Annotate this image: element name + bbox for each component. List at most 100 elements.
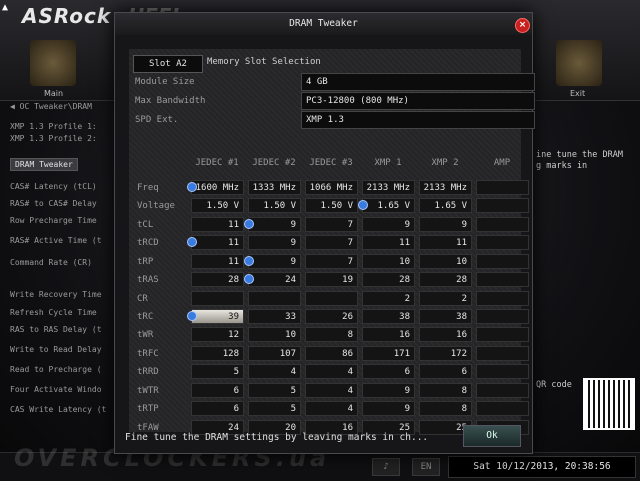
side-item[interactable]: RAS# Active Time (t bbox=[10, 236, 102, 245]
timing-cell[interactable] bbox=[476, 180, 529, 195]
side-item[interactable]: CAS# Latency (tCL) bbox=[10, 182, 97, 191]
timing-cell[interactable] bbox=[476, 235, 529, 250]
timing-cell[interactable]: 1.50 V bbox=[305, 198, 358, 213]
timing-cell[interactable]: 2133 MHz bbox=[362, 180, 415, 195]
timing-cell[interactable]: 1333 MHz bbox=[248, 180, 301, 195]
timing-cell[interactable]: 5 bbox=[248, 383, 301, 398]
timing-cell[interactable]: 9 bbox=[248, 217, 301, 232]
side-item[interactable]: Refresh Cycle Time bbox=[10, 308, 97, 317]
timing-cell[interactable]: 2133 MHz bbox=[419, 180, 472, 195]
timing-cell[interactable]: 1.50 V bbox=[248, 198, 301, 213]
timing-cell[interactable]: 24 bbox=[248, 272, 301, 287]
side-item[interactable]: XMP 1.3 Profile 2: bbox=[10, 134, 97, 143]
timing-cell[interactable]: 26 bbox=[305, 309, 358, 324]
side-item[interactable]: Write to Read Delay bbox=[10, 345, 102, 354]
timing-cell[interactable] bbox=[476, 217, 529, 232]
timing-cell[interactable]: 16 bbox=[362, 327, 415, 342]
timing-cell[interactable]: 10 bbox=[419, 254, 472, 269]
timing-cell[interactable]: 2 bbox=[362, 291, 415, 306]
selection-mark-icon[interactable] bbox=[244, 219, 254, 229]
selection-mark-icon[interactable] bbox=[244, 274, 254, 284]
timing-cell[interactable] bbox=[476, 327, 529, 342]
side-item[interactable]: RAS# to CAS# Delay bbox=[10, 199, 97, 208]
timing-cell[interactable] bbox=[476, 291, 529, 306]
timing-cell[interactable]: 4 bbox=[305, 401, 358, 416]
side-item[interactable]: CAS Write Latency (t bbox=[10, 405, 106, 414]
timing-cell[interactable] bbox=[248, 291, 301, 306]
timing-cell[interactable]: 1600 MHz bbox=[191, 180, 244, 195]
timing-cell[interactable]: 28 bbox=[362, 272, 415, 287]
exit-tile-icon[interactable] bbox=[556, 40, 602, 86]
timing-cell[interactable]: 11 bbox=[191, 235, 244, 250]
timing-cell[interactable] bbox=[476, 272, 529, 287]
timing-cell[interactable]: 9 bbox=[248, 235, 301, 250]
selection-mark-icon[interactable] bbox=[187, 182, 197, 192]
timing-cell[interactable] bbox=[191, 291, 244, 306]
timing-cell[interactable]: 171 bbox=[362, 346, 415, 361]
side-item[interactable]: RAS to RAS Delay (t bbox=[10, 325, 102, 334]
timing-cell[interactable] bbox=[476, 254, 529, 269]
side-item[interactable]: Four Activate Windo bbox=[10, 385, 102, 394]
side-item[interactable]: Write Recovery Time bbox=[10, 290, 102, 299]
side-item[interactable]: Row Precharge Time bbox=[10, 216, 97, 225]
timing-cell[interactable] bbox=[305, 291, 358, 306]
timing-cell[interactable]: 8 bbox=[419, 383, 472, 398]
ok-button[interactable]: Ok bbox=[463, 425, 521, 447]
timing-cell[interactable]: 4 bbox=[305, 383, 358, 398]
selection-mark-icon[interactable] bbox=[187, 311, 197, 321]
timing-cell[interactable]: 9 bbox=[419, 217, 472, 232]
timing-cell[interactable]: 33 bbox=[248, 309, 301, 324]
timing-cell[interactable]: 9 bbox=[248, 254, 301, 269]
timing-cell[interactable]: 6 bbox=[362, 364, 415, 379]
timing-cell[interactable]: 4 bbox=[248, 364, 301, 379]
timing-cell[interactable]: 28 bbox=[419, 272, 472, 287]
timing-cell[interactable]: 7 bbox=[305, 235, 358, 250]
timing-cell[interactable] bbox=[476, 383, 529, 398]
selection-mark-icon[interactable] bbox=[244, 256, 254, 266]
side-item[interactable]: Read to Precharge ( bbox=[10, 365, 102, 374]
timing-cell[interactable]: 7 bbox=[305, 254, 358, 269]
timing-cell[interactable] bbox=[476, 198, 529, 213]
timing-cell[interactable]: 9 bbox=[362, 383, 415, 398]
close-icon[interactable]: × bbox=[515, 18, 530, 33]
timing-cell[interactable]: 8 bbox=[419, 401, 472, 416]
timing-cell[interactable]: 12 bbox=[191, 327, 244, 342]
timing-cell[interactable]: 4 bbox=[305, 364, 358, 379]
timing-cell[interactable]: 38 bbox=[419, 309, 472, 324]
timing-cell[interactable]: 2 bbox=[419, 291, 472, 306]
slot-select-button[interactable]: Slot A2 bbox=[133, 55, 203, 73]
timing-cell[interactable]: 1.65 V bbox=[419, 198, 472, 213]
timing-cell[interactable]: 1.65 V bbox=[362, 198, 415, 213]
timing-cell[interactable]: 6 bbox=[191, 401, 244, 416]
side-item[interactable]: Command Rate (CR) bbox=[10, 258, 92, 267]
timing-cell[interactable]: 39 bbox=[191, 309, 244, 324]
timing-cell[interactable]: 172 bbox=[419, 346, 472, 361]
main-tile-icon[interactable] bbox=[30, 40, 76, 86]
timing-cell[interactable]: 38 bbox=[362, 309, 415, 324]
selection-mark-icon[interactable] bbox=[187, 237, 197, 247]
side-item[interactable]: XMP 1.3 Profile 1: bbox=[10, 122, 97, 131]
timing-cell[interactable]: 9 bbox=[362, 217, 415, 232]
timing-cell[interactable]: 10 bbox=[362, 254, 415, 269]
side-item[interactable]: DRAM Tweaker bbox=[10, 158, 78, 171]
timing-cell[interactable]: 19 bbox=[305, 272, 358, 287]
timing-cell[interactable]: 6 bbox=[419, 364, 472, 379]
timing-cell[interactable]: 9 bbox=[362, 401, 415, 416]
timing-cell[interactable]: 128 bbox=[191, 346, 244, 361]
timing-cell[interactable]: 11 bbox=[191, 217, 244, 232]
timing-cell[interactable]: 7 bbox=[305, 217, 358, 232]
language-icon[interactable]: EN bbox=[412, 458, 440, 476]
timing-cell[interactable]: 6 bbox=[191, 383, 244, 398]
timing-cell[interactable]: 5 bbox=[248, 401, 301, 416]
selection-mark-icon[interactable] bbox=[358, 200, 368, 210]
timing-cell[interactable]: 10 bbox=[248, 327, 301, 342]
timing-cell[interactable]: 11 bbox=[419, 235, 472, 250]
timing-cell[interactable]: 107 bbox=[248, 346, 301, 361]
timing-cell[interactable] bbox=[476, 346, 529, 361]
speaker-icon[interactable]: ♪ bbox=[372, 458, 400, 476]
timing-cell[interactable]: 1066 MHz bbox=[305, 180, 358, 195]
timing-cell[interactable] bbox=[476, 364, 529, 379]
timing-cell[interactable]: 1.50 V bbox=[191, 198, 244, 213]
timing-cell[interactable]: 16 bbox=[419, 327, 472, 342]
timing-cell[interactable]: 5 bbox=[191, 364, 244, 379]
